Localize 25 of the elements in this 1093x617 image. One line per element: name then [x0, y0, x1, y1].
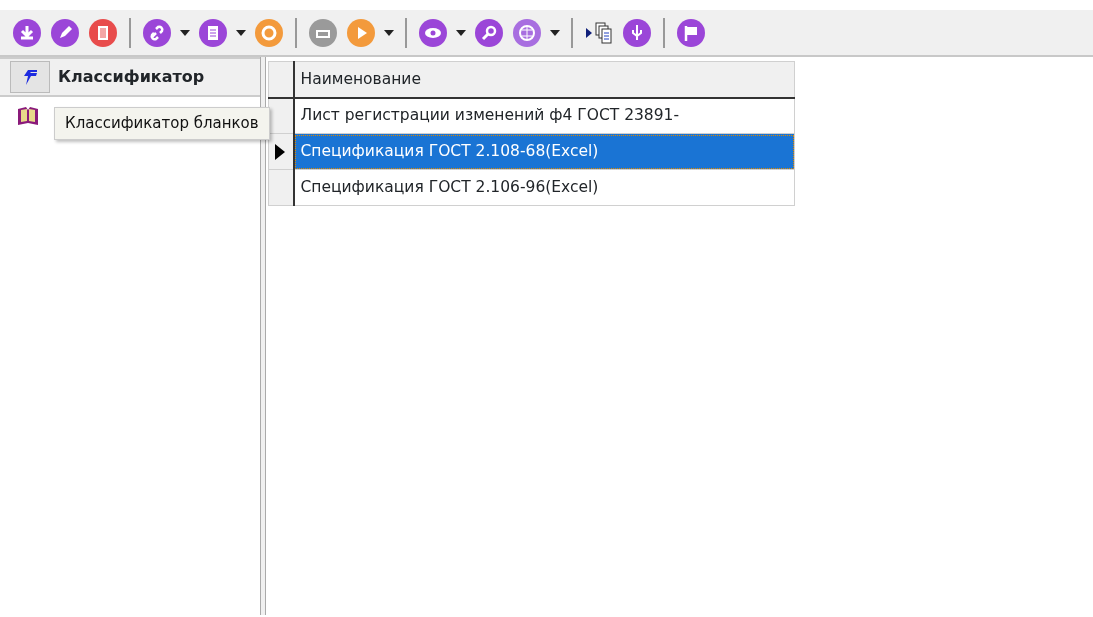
panel-title: Классификатор	[58, 66, 205, 88]
table-cell[interactable]: Лист регистрации изменений ф4 ГОСТ 23891-	[293, 97, 795, 134]
eye-icon	[418, 17, 448, 48]
table-cell[interactable]: Спецификация ГОСТ 2.106-96(Excel)	[293, 169, 795, 206]
caret-icon	[384, 29, 394, 36]
caret-icon	[180, 29, 190, 36]
caret-icon	[550, 29, 560, 36]
globe-icon	[512, 17, 542, 48]
pencil-icon	[50, 17, 80, 48]
printer-icon	[308, 17, 338, 48]
search-icon	[474, 17, 504, 48]
table-cell[interactable]: Спецификация ГОСТ 2.108-68(Excel)	[293, 133, 795, 170]
back-button[interactable]	[10, 61, 50, 93]
trash-icon	[88, 17, 118, 48]
play-icon	[346, 17, 376, 48]
flag-icon	[676, 17, 706, 48]
column-header[interactable]: Наименование	[293, 61, 795, 98]
document-icon	[198, 17, 228, 48]
caret-icon	[236, 29, 246, 36]
tooltip: Классификатор бланков	[54, 107, 270, 140]
download-icon	[12, 17, 42, 48]
caret-icon	[456, 29, 466, 36]
link-icon	[142, 17, 172, 48]
book-icon[interactable]	[16, 105, 40, 127]
usb-icon	[622, 17, 652, 48]
